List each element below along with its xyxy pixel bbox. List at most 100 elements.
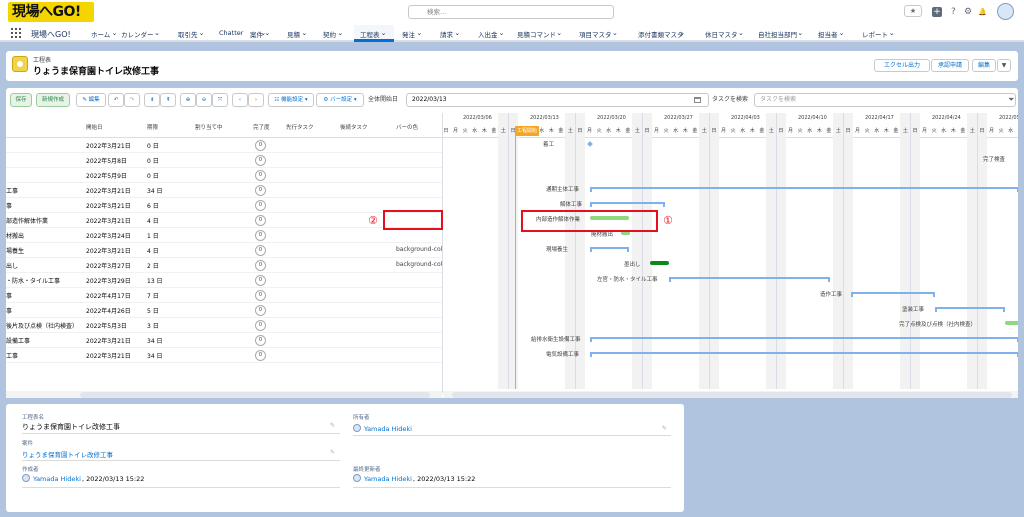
nav-item-9[interactable]: 請求 (440, 29, 453, 39)
table-row[interactable]: 後片及び点検（社内検査） 2022年5月3日 3 日 0 (6, 318, 442, 333)
field-project-link[interactable]: りょうま保育園トイレ改修工事 (22, 449, 113, 459)
summary-bar[interactable] (935, 307, 1005, 309)
edit-pencil-icon[interactable]: ✎ (330, 422, 335, 429)
chevron-down-icon[interactable]: ⌄ (301, 29, 307, 37)
chevron-down-icon[interactable]: ⌄ (556, 29, 562, 37)
gantt-task-label[interactable]: 通期主体工事 (546, 185, 579, 193)
nav-item-5[interactable]: 見積 (287, 29, 300, 39)
nav-item-6[interactable]: 契約 (323, 29, 336, 39)
table-row[interactable]: 工事 2022年3月21日 34 日 0 (6, 183, 442, 198)
new-task-button[interactable]: 新規作成 (36, 93, 70, 107)
summary-bar[interactable] (590, 247, 629, 249)
task-bar-color[interactable]: background-col (396, 261, 442, 268)
summary-bar[interactable] (590, 337, 1018, 339)
table-row[interactable]: 出し 2022年3月27日 2 日 0 background-col (6, 258, 442, 273)
scroll-left-icon[interactable]: ‹ (232, 93, 248, 107)
nav-item-2[interactable]: 取引先 (178, 29, 198, 39)
undo-icon[interactable]: ↶ (108, 93, 124, 107)
task-name[interactable]: 設備工事 (6, 336, 30, 345)
table-row[interactable]: 事 2022年4月17日 7 日 0 (6, 288, 442, 303)
edit-pencil-icon[interactable]: ✎ (330, 449, 335, 456)
setup-gear-icon[interactable]: ⚙ (964, 5, 972, 19)
chevron-down-icon[interactable]: ⌄ (889, 29, 895, 37)
gantt-task-label[interactable]: 造作工事 (820, 290, 842, 298)
favorites-star-icon[interactable]: ★ (904, 5, 922, 17)
gantt-task-label[interactable]: 給排水衛生設備工事 (531, 335, 581, 343)
table-row[interactable]: 場養生 2022年3月21日 4 日 0 background-col (6, 243, 442, 258)
edit-button[interactable]: 編集 (972, 59, 996, 72)
gantt-task-label[interactable]: 完了検査 (983, 155, 1005, 163)
gantt-task-label[interactable]: 墨出し (624, 260, 641, 268)
change-owner-icon[interactable]: ✎ (662, 425, 667, 432)
task-name[interactable]: 工事 (6, 186, 18, 195)
chevron-down-icon[interactable]: ⌄ (454, 29, 460, 37)
nav-item-3[interactable]: Chatter (219, 29, 243, 37)
summary-bar[interactable] (590, 187, 1018, 189)
table-row[interactable]: 事 2022年3月21日 6 日 0 (6, 198, 442, 213)
table-row[interactable]: 2022年5月9日 0 日 0 (6, 168, 442, 183)
bar-settings-button[interactable]: ⚙ バー設定 ▾ (316, 93, 364, 107)
table-row[interactable]: 2022年5月8日 0 日 0 (6, 153, 442, 168)
gantt-task-label[interactable]: 左官・防水・タイル工事 (597, 275, 658, 283)
summary-bar[interactable] (851, 292, 935, 294)
task-name[interactable]: ・防水・タイル工事 (6, 276, 60, 285)
nav-item-7[interactable]: 工程表 (360, 29, 380, 39)
owner-link[interactable]: Yamada Hideki (364, 425, 412, 433)
nav-item-11[interactable]: 見積コマンド (517, 29, 556, 39)
task-name[interactable]: 事 (6, 306, 12, 315)
task-name[interactable]: 事 (6, 201, 12, 210)
table-row[interactable]: 材搬出 2022年3月24日 1 日 0 (6, 228, 442, 243)
nav-item-8[interactable]: 発注 (402, 29, 415, 39)
approval-request-button[interactable]: 承認申請 (931, 59, 969, 72)
table-row[interactable]: 工事 2022年3月21日 34 日 0 (6, 348, 442, 363)
summary-bar[interactable] (669, 277, 830, 279)
redo-icon[interactable]: ↷ (124, 93, 140, 107)
app-logo[interactable]: 現場へGO! (8, 2, 94, 22)
task-name[interactable]: 材搬出 (6, 231, 24, 240)
chevron-down-icon[interactable]: ⌄ (416, 29, 422, 37)
gantt-task-label[interactable]: 電気設備工事 (546, 350, 579, 358)
nav-item-0[interactable]: ホーム (91, 29, 110, 39)
nav-item-16[interactable]: 担当者 (818, 29, 838, 39)
task-edit-button[interactable]: ✎ 編集 (76, 93, 106, 107)
chevron-down-icon[interactable]: ⌄ (154, 29, 160, 37)
task-bar-color[interactable]: background-col (396, 246, 442, 253)
nav-item-12[interactable]: 項目マスタ (579, 29, 612, 39)
table-row[interactable]: ・防水・タイル工事 2022年3月29日 13 日 0 (6, 273, 442, 288)
user-avatar[interactable] (997, 3, 1014, 20)
table-row[interactable]: 2022年3月21日 0 日 0 (6, 138, 442, 153)
global-create-icon[interactable]: + (932, 7, 942, 17)
table-row[interactable]: 設備工事 2022年3月21日 34 日 0 (6, 333, 442, 348)
calendar-icon[interactable] (694, 97, 701, 103)
excel-export-button[interactable]: エクセル出力 (874, 59, 930, 72)
notification-bell-icon[interactable]: 🔔 (978, 5, 987, 19)
zoom-fit-icon[interactable]: ⤧ (212, 93, 228, 107)
expand-all-icon[interactable]: ⇟ (144, 93, 160, 107)
chevron-down-icon[interactable]: ⌄ (337, 29, 343, 37)
chevron-down-icon[interactable]: ⌄ (679, 29, 685, 37)
milestone-marker[interactable] (587, 141, 593, 147)
gantt-task-label[interactable]: 現場養生 (546, 245, 568, 253)
overall-start-date-input[interactable]: 2022/03/13 (406, 93, 709, 107)
task-name[interactable]: 出し (6, 261, 18, 270)
zoom-out-icon[interactable]: ⊖ (196, 93, 212, 107)
modified-user-link[interactable]: Yamada Hideki (364, 475, 412, 483)
task-search-input[interactable]: タスクを検索 (754, 93, 1016, 107)
zoom-in-icon[interactable]: ⊕ (180, 93, 196, 107)
task-bar[interactable] (1005, 321, 1018, 325)
nav-item-10[interactable]: 入出金 (478, 29, 498, 39)
chevron-down-icon[interactable]: ⌄ (112, 29, 118, 37)
chevron-down-icon[interactable]: ⌄ (264, 29, 270, 37)
summary-bar[interactable] (590, 352, 1018, 354)
display-settings-button[interactable]: ☷ 機能設定 ▾ (268, 93, 314, 107)
chevron-down-icon[interactable]: ⌄ (381, 29, 387, 37)
chevron-down-icon[interactable]: ⌄ (839, 29, 845, 37)
gantt-task-label[interactable]: 完了点検及び点検（社内検査） (899, 320, 976, 328)
task-bar[interactable] (650, 261, 669, 265)
gantt-task-label[interactable]: 塗装工事 (902, 305, 924, 313)
task-name[interactable]: 場養生 (6, 246, 24, 255)
nav-item-1[interactable]: カレンダー (121, 29, 154, 39)
global-search-input[interactable]: 検索... (408, 5, 614, 19)
scroll-right-icon[interactable]: › (248, 93, 264, 107)
nav-item-13[interactable]: 添付書類マスタ (638, 29, 684, 39)
